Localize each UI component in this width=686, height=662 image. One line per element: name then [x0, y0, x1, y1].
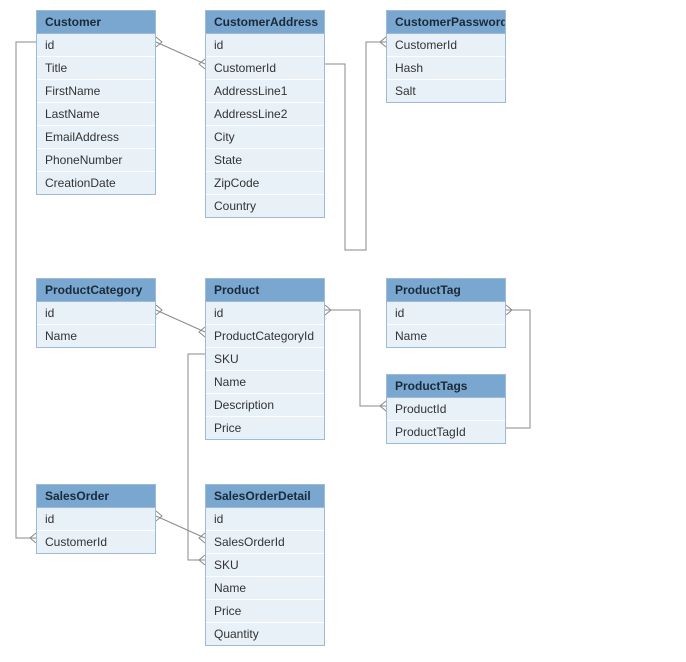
- entity-header: Customer: [37, 11, 155, 34]
- crow-tag: [506, 305, 512, 315]
- entity-column: Quantity: [206, 623, 324, 645]
- entity-header: ProductTag: [387, 279, 505, 302]
- entity-column: id: [37, 302, 155, 325]
- entity-column: id: [206, 302, 324, 325]
- entity-productTags[interactable]: ProductTagsProductIdProductTagId: [386, 374, 506, 444]
- entity-productCategory[interactable]: ProductCategoryidName: [36, 278, 156, 348]
- entity-column: Price: [206, 417, 324, 439]
- entity-column: Hash: [387, 57, 505, 80]
- entity-column: id: [387, 302, 505, 325]
- entity-salesOrder[interactable]: SalesOrderidCustomerId: [36, 484, 156, 554]
- entity-column: ProductCategoryId: [206, 325, 324, 348]
- entity-column: CustomerId: [206, 57, 324, 80]
- rel-address-to-password: [325, 42, 386, 250]
- entity-column: id: [206, 34, 324, 57]
- entity-column: SalesOrderId: [206, 531, 324, 554]
- entity-column: id: [206, 508, 324, 531]
- entity-column: ZipCode: [206, 172, 324, 195]
- crow-product-out: [325, 305, 331, 315]
- entity-column: Name: [37, 325, 155, 347]
- entity-column: Description: [206, 394, 324, 417]
- entity-column: AddressLine2: [206, 103, 324, 126]
- rel-customer-to-salesorder: [16, 42, 36, 538]
- entity-column: ProductTagId: [387, 421, 505, 443]
- entity-header: SalesOrderDetail: [206, 485, 324, 508]
- entity-column: State: [206, 149, 324, 172]
- entity-header: ProductTags: [387, 375, 505, 398]
- entity-column: EmailAddress: [37, 126, 155, 149]
- entity-column: Name: [387, 325, 505, 347]
- entity-column: ProductId: [387, 398, 505, 421]
- entity-header: CustomerAddress: [206, 11, 324, 34]
- entity-column: LastName: [37, 103, 155, 126]
- entity-column: CustomerId: [387, 34, 505, 57]
- entity-column: Salt: [387, 80, 505, 102]
- entity-salesOrderDetail[interactable]: SalesOrderDetailidSalesOrderIdSKUNamePri…: [205, 484, 325, 646]
- entity-column: id: [37, 34, 155, 57]
- crow-category: [156, 305, 162, 315]
- entity-column: id: [37, 508, 155, 531]
- entity-column: Price: [206, 600, 324, 623]
- entity-column: Name: [206, 577, 324, 600]
- entity-header: CustomerPassword: [387, 11, 505, 34]
- entity-productTag[interactable]: ProductTagidName: [386, 278, 506, 348]
- entity-header: Product: [206, 279, 324, 302]
- entity-customerAddress[interactable]: CustomerAddressidCustomerIdAddressLine1A…: [205, 10, 325, 218]
- entity-column: AddressLine1: [206, 80, 324, 103]
- entity-column: City: [206, 126, 324, 149]
- entity-column: FirstName: [37, 80, 155, 103]
- rel-product-to-detail: [188, 354, 205, 560]
- entity-column: Title: [37, 57, 155, 80]
- rel-category-to-product: [156, 310, 205, 332]
- entity-column: SKU: [206, 348, 324, 371]
- entity-column: CreationDate: [37, 172, 155, 194]
- entity-column: CustomerId: [37, 531, 155, 553]
- entity-header: ProductCategory: [37, 279, 155, 302]
- rel-product-to-producttags: [325, 310, 386, 406]
- entity-customerPassword[interactable]: CustomerPasswordCustomerIdHashSalt: [386, 10, 506, 103]
- entity-column: Name: [206, 371, 324, 394]
- entity-customer[interactable]: CustomeridTitleFirstNameLastNameEmailAdd…: [36, 10, 156, 195]
- crow-order: [156, 511, 162, 521]
- rel-customer-to-address: [156, 42, 205, 64]
- entity-column: Country: [206, 195, 324, 217]
- rel-tag-to-producttags: [506, 310, 530, 428]
- entity-column: PhoneNumber: [37, 149, 155, 172]
- entity-column: SKU: [206, 554, 324, 577]
- entity-product[interactable]: ProductidProductCategoryIdSKUNameDescrip…: [205, 278, 325, 440]
- entity-header: SalesOrder: [37, 485, 155, 508]
- rel-order-to-detail: [156, 516, 205, 538]
